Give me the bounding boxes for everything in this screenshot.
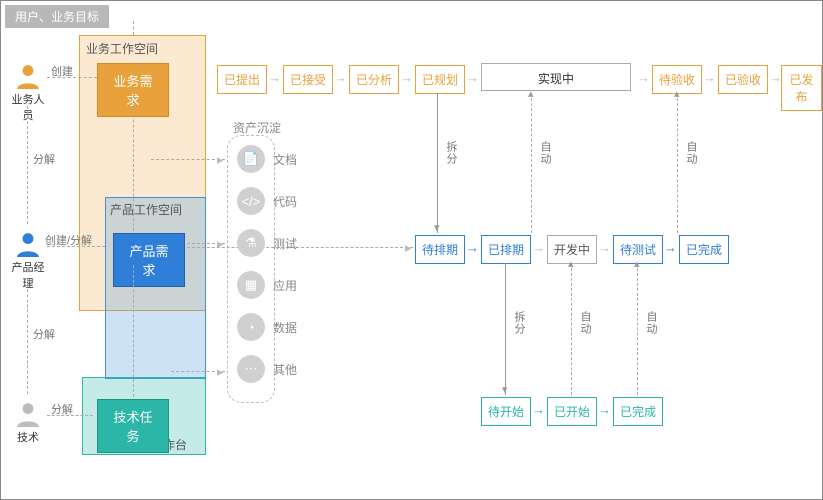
diagram-canvas: 用户、业务目标 业务工作空间 产品工作空间 开发者工作台 业务人员 产品经理 技… xyxy=(0,0,823,500)
document-icon: 📄 xyxy=(237,145,265,173)
edge-auto-prod-1: ▴ xyxy=(571,263,572,395)
state-biz-s6: 已验收 xyxy=(718,65,768,94)
role-prod-label: 产品经理 xyxy=(9,259,47,291)
code-icon: </> xyxy=(237,187,265,215)
arrow-icon: → xyxy=(268,71,281,84)
asset-code: </> 代码 xyxy=(237,187,297,215)
edge-auto-label-2: 自动 xyxy=(683,141,699,165)
edge-bizneed-to-assets xyxy=(151,159,225,160)
grid-icon: ▦ xyxy=(237,271,265,299)
workspace-prod-label: 产品工作空间 xyxy=(110,201,182,218)
edge-split-prod-to-dev: ▾ xyxy=(505,263,506,395)
node-tech-task: 技术任务 xyxy=(97,399,169,453)
state-biz-s4: 已规划 xyxy=(415,65,465,94)
flask-icon: ⚗ xyxy=(237,229,265,257)
edge-prod-create-label: 创建/分解 xyxy=(45,232,92,248)
state-dev-s1: 待开始 xyxy=(481,397,531,426)
edge-prodneed-to-task xyxy=(133,265,134,397)
state-dev-s2: 已开始 xyxy=(547,397,597,426)
arrow-icon: → xyxy=(598,241,611,254)
role-biz-label: 业务人员 xyxy=(9,91,47,123)
asset-panel-title: 资产沉淀 xyxy=(233,119,281,136)
arrow-icon: → xyxy=(664,241,677,254)
edge-biz-to-prod-label: 分解 xyxy=(33,151,55,167)
state-prod-s1: 待排期 xyxy=(415,235,465,264)
arrow-icon: → xyxy=(637,71,650,84)
edge-auto-biz-2: ▴ xyxy=(677,93,678,233)
asset-app-label: 应用 xyxy=(273,277,297,294)
state-biz-s3: 已分析 xyxy=(349,65,399,94)
asset-test: ⚗ 测试 xyxy=(237,229,297,257)
arrow-icon: → xyxy=(400,71,413,84)
asset-other-label: 其他 xyxy=(273,361,297,378)
header-tag: 用户、业务目标 xyxy=(5,5,109,28)
person-icon xyxy=(15,63,41,89)
edge-auto-label-1: 自动 xyxy=(537,141,553,165)
asset-other: ⋯ 其他 xyxy=(237,355,297,383)
arrow-icon: → xyxy=(334,71,347,84)
state-biz-s2: 已接受 xyxy=(283,65,333,94)
state-dev-s3: 已完成 xyxy=(613,397,663,426)
workspace-biz-label: 业务工作空间 xyxy=(86,40,158,57)
edge-split-biz-to-prod: ▾ xyxy=(437,93,438,233)
asset-test-label: 测试 xyxy=(273,235,297,252)
state-biz-in-progress: 实现中 xyxy=(481,63,631,91)
asset-data-label: 数据 xyxy=(273,319,297,336)
role-biz: 业务人员 xyxy=(9,63,47,123)
workspace-prod: 产品工作空间 xyxy=(105,197,206,379)
arrow-icon: → xyxy=(703,71,716,84)
asset-doc-label: 文档 xyxy=(273,151,297,168)
role-dev-label: 技术 xyxy=(9,429,47,445)
asset-data: ◔ 数据 xyxy=(237,313,297,341)
state-prod-s4: 已完成 xyxy=(679,235,729,264)
edge-auto-label-4: 自动 xyxy=(643,311,659,335)
asset-code-label: 代码 xyxy=(273,193,297,210)
edge-prod-to-dev xyxy=(27,279,28,394)
arrow-icon: ▸ xyxy=(217,365,224,378)
person-icon xyxy=(15,401,41,427)
edge-auto-prod-2: ▴ xyxy=(637,263,638,395)
arrow-icon: → xyxy=(466,241,479,254)
arrow-icon: ▸ xyxy=(217,237,224,250)
edge-auto-label-3: 自动 xyxy=(577,311,593,335)
arrow-icon: → xyxy=(532,241,545,254)
node-prod-need: 产品需求 xyxy=(113,233,185,287)
pie-icon: ◔ xyxy=(237,313,265,341)
role-prod: 产品经理 xyxy=(9,231,47,291)
edge-split-label-1: 拆分 xyxy=(443,141,459,165)
edge-prod-to-dev-label: 分解 xyxy=(33,326,55,342)
edge-dev-decomp-label: 分解 xyxy=(51,401,73,417)
edge-header-to-ws xyxy=(133,21,134,35)
edge-auto-biz-1: ▴ xyxy=(531,93,532,233)
edge-biz-to-prod xyxy=(27,106,28,224)
asset-app: ▦ 应用 xyxy=(237,271,297,299)
arrow-icon: ▸ xyxy=(405,241,412,254)
edge-split-label-2: 拆分 xyxy=(511,311,527,335)
edge-bizneed-to-prodneed xyxy=(133,95,134,231)
person-icon xyxy=(15,231,41,257)
arrow-icon: → xyxy=(598,403,611,416)
edge-biz-create-label: 创建 xyxy=(51,63,73,79)
state-prod-s2: 已排期 xyxy=(481,235,531,264)
arrow-icon: → xyxy=(532,403,545,416)
state-biz-s7: 已发布 xyxy=(781,65,822,111)
dots-icon: ⋯ xyxy=(237,355,265,383)
asset-doc: 📄 文档 xyxy=(237,145,297,173)
state-biz-s1: 已提出 xyxy=(217,65,267,94)
role-dev: 技术 xyxy=(9,401,47,445)
arrow-icon: ▸ xyxy=(217,153,224,166)
arrow-icon: → xyxy=(466,71,479,84)
